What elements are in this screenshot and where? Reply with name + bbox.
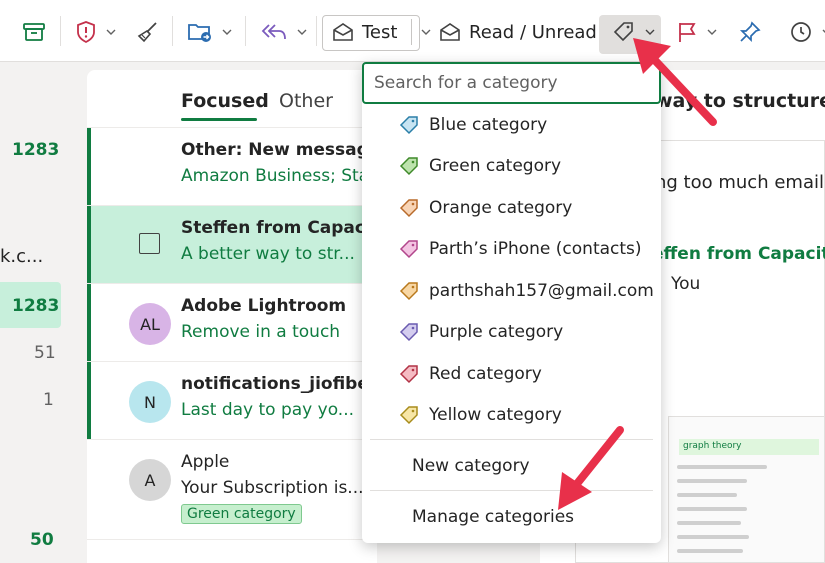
embedded-image: graph theory	[668, 416, 825, 563]
split-divider	[411, 19, 413, 45]
category-item-purple[interactable]: Purple category	[362, 311, 661, 352]
message-row[interactable]: A Apple Your Subscription is... Green ca…	[87, 440, 377, 540]
report-button[interactable]	[75, 12, 117, 52]
folder-move-icon	[188, 24, 211, 42]
archive-button[interactable]	[22, 12, 46, 52]
chevron-down-icon[interactable]	[821, 26, 825, 38]
inbox-tabs: Focused Other	[87, 70, 377, 128]
broom-icon	[137, 22, 157, 43]
category-item-red[interactable]: Red category	[362, 353, 661, 394]
category-label: Red category	[429, 363, 542, 384]
chevron-down-icon[interactable]	[105, 26, 117, 38]
email-sender-name[interactable]: effen from Capacitie	[652, 244, 825, 264]
pin-button[interactable]	[738, 12, 762, 52]
archive-icon	[23, 23, 45, 41]
annotation-arrow-down	[558, 426, 624, 510]
message-subject: Your Subscription is...	[181, 478, 364, 498]
avatar: AL	[129, 303, 171, 345]
category-item-orange[interactable]: Orange category	[362, 187, 661, 228]
shield-alert-icon	[77, 21, 95, 44]
folder-unread-count[interactable]: 50	[30, 530, 54, 550]
read-unread-label: Read / Unread	[469, 21, 597, 43]
tag-icon	[399, 156, 418, 175]
message-sender: Adobe Lightroom	[181, 296, 347, 316]
move-to-button[interactable]	[187, 12, 233, 52]
message-subject: A better way to str...	[181, 244, 355, 264]
message-subject: Last day to pay yo...	[181, 400, 355, 420]
message-sender: Other: New messages	[181, 140, 371, 160]
image-text-line	[677, 535, 749, 539]
category-badge: Green category	[181, 504, 302, 524]
image-text-line	[677, 507, 747, 511]
message-subject: Remove in a touch	[181, 322, 341, 342]
chevron-down-icon[interactable]	[296, 26, 308, 38]
folder-unread-count[interactable]: 1283	[12, 140, 59, 160]
message-sender: Apple	[181, 452, 230, 472]
reply-all-button[interactable]	[260, 12, 308, 52]
toolbar-divider	[60, 16, 61, 46]
sweep-button[interactable]	[136, 12, 160, 52]
tag-icon	[399, 239, 418, 258]
active-tab-indicator	[181, 118, 257, 121]
message-row[interactable]: AL Adobe Lightroom Remove in a touch	[87, 284, 377, 362]
category-item-email[interactable]: parthshah157@gmail.com	[362, 270, 661, 311]
pin-icon	[739, 21, 761, 43]
category-item-blue[interactable]: Blue category	[362, 104, 661, 145]
tag-icon	[399, 281, 418, 300]
image-text-line	[677, 493, 737, 497]
message-sender: notifications_jiofiber@	[181, 374, 371, 394]
read-unread-button[interactable]: Read / Unread	[439, 12, 597, 52]
chevron-down-icon[interactable]	[221, 26, 233, 38]
category-label: Purple category	[429, 321, 564, 342]
avatar: A	[129, 459, 171, 501]
category-label: Orange category	[429, 197, 573, 218]
category-search-input[interactable]	[362, 62, 661, 104]
category-item-green[interactable]: Green category	[362, 145, 661, 186]
embedded-image-title: graph theory	[679, 439, 819, 455]
tab-other[interactable]: Other	[279, 90, 333, 112]
category-label: Parth’s iPhone (contacts)	[429, 238, 642, 259]
category-item-parths-iphone[interactable]: Parth’s iPhone (contacts)	[362, 228, 661, 269]
toolbar-divider	[316, 16, 317, 46]
email-preview-text: ng too much email?	[655, 172, 825, 193]
email-recipient: You	[671, 274, 701, 294]
chevron-down-icon[interactable]	[420, 26, 432, 38]
category-label: parthshah157@gmail.com	[429, 280, 654, 301]
reply-all-icon	[261, 24, 286, 40]
clock-icon	[791, 22, 811, 42]
tag-icon	[399, 198, 418, 217]
folder-account-name[interactable]: k.c...	[0, 246, 43, 267]
message-row-selected[interactable]: Steffen from Capacities A better way to …	[87, 206, 377, 284]
message-list: Focused Other Other: New messages Amazon…	[87, 70, 377, 563]
folder-count[interactable]: 1	[43, 390, 54, 410]
tag-icon	[399, 115, 418, 134]
folder-count[interactable]: 51	[34, 343, 56, 363]
category-label: Green category	[429, 155, 562, 176]
snooze-button[interactable]	[789, 12, 825, 52]
annotation-arrow-up	[633, 38, 717, 126]
mail-open-icon	[333, 23, 353, 41]
message-row[interactable]: Other: New messages Amazon Business; Sta…	[87, 128, 377, 206]
quick-step-test[interactable]: Test	[332, 12, 432, 52]
image-text-line	[677, 465, 767, 469]
message-subject: Amazon Business; Star	[181, 166, 371, 186]
avatar: N	[129, 381, 171, 423]
quick-step-label: Test	[362, 21, 398, 43]
tag-icon	[399, 364, 418, 383]
image-text-line	[677, 549, 743, 553]
select-checkbox[interactable]	[139, 233, 160, 254]
toolbar-divider	[245, 16, 246, 46]
toolbar-divider	[172, 16, 173, 46]
category-label: Yellow category	[429, 404, 562, 425]
tag-icon	[399, 322, 418, 341]
tab-focused[interactable]: Focused	[181, 90, 269, 112]
image-text-line	[677, 479, 747, 483]
mail-read-icon	[440, 23, 460, 41]
folder-unread-count[interactable]: 1283	[12, 296, 59, 316]
tag-icon	[399, 405, 418, 424]
message-sender: Steffen from Capacities	[181, 218, 371, 238]
category-label: Blue category	[429, 114, 548, 135]
message-row[interactable]: N notifications_jiofiber@ Last day to pa…	[87, 362, 377, 440]
image-text-line	[677, 521, 741, 525]
